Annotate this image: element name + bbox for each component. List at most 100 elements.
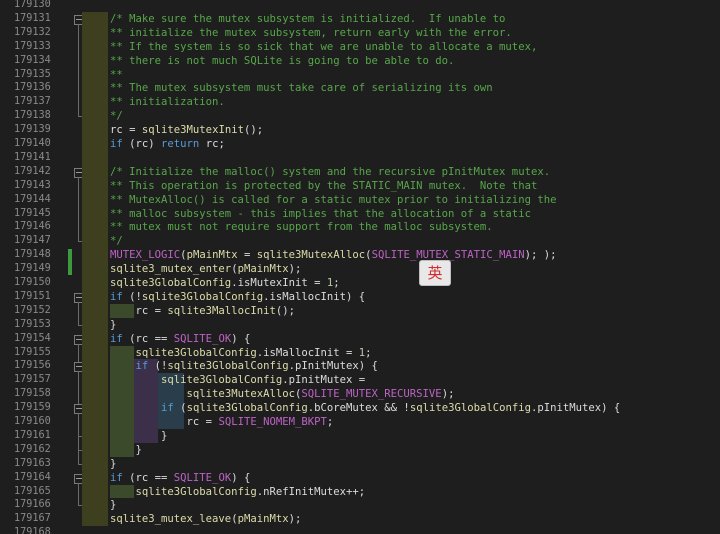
code-line[interactable]: ** If the system is so sick that we are … [110, 40, 537, 54]
code-line[interactable]: sqlite3_mutex_leave(pMainMtx); [110, 512, 301, 526]
line-number: 179139 [14, 124, 51, 136]
code-line[interactable]: } [110, 443, 142, 457]
line-number: 179145 [14, 207, 51, 219]
line-number: 179138 [14, 110, 51, 122]
code-line[interactable]: ** initialization. [110, 95, 225, 109]
code-line[interactable]: rc = sqlite3MutexInit(); [110, 123, 263, 137]
line-number: 179159 [14, 402, 51, 414]
code-token: ** [110, 68, 123, 81]
line-number: 179134 [14, 54, 51, 66]
code-line[interactable]: /* Initialize the malloc() system and th… [110, 165, 550, 179]
code-token: sqlite3GlobalConfig [161, 374, 283, 387]
code-text-area[interactable]: /* Make sure the mutex subsystem is init… [82, 0, 720, 534]
code-line[interactable]: ** initialize the mutex subsystem, retur… [110, 26, 512, 40]
code-token: (); [243, 124, 264, 137]
code-token: ** initialization. [110, 96, 225, 109]
code-line[interactable]: ** [110, 68, 123, 82]
code-token: rc = [110, 416, 219, 428]
code-token: ; [333, 277, 340, 289]
code-line[interactable]: if (!sqlite3GlobalConfig.pInitMutex) { [110, 359, 378, 373]
code-line[interactable]: sqlite3GlobalConfig.nRefInitMutex++; [110, 485, 366, 499]
line-number: 179141 [14, 151, 51, 163]
code-token: ** If the system is so sick that we are … [110, 40, 538, 53]
code-line[interactable]: rc = SQLITE_NOMEM_BKPT; [110, 415, 334, 429]
code-token: = [237, 249, 257, 262]
code-line[interactable]: if (rc) return rc; [110, 137, 225, 151]
code-token: ( [173, 402, 187, 415]
line-number: 179148 [14, 249, 51, 261]
code-token: ** mutex must not require support from t… [110, 221, 493, 234]
code-line[interactable]: ** The mutex subsystem must take care of… [110, 81, 493, 95]
code-line[interactable]: if (rc == SQLITE_OK) { [110, 332, 250, 346]
code-line[interactable]: } [110, 498, 116, 512]
code-token: rc = [110, 304, 168, 317]
code-token: ** This operation is protected by the ST… [110, 179, 538, 192]
code-token: = [122, 124, 142, 137]
code-token: SQLITE_OK [173, 332, 232, 345]
code-line[interactable]: sqlite3_mutex_enter(pMainMtx); [110, 262, 301, 276]
code-token: sqlite3MutexInit [141, 124, 244, 137]
code-token: } [110, 457, 117, 470]
code-token: */ [110, 110, 123, 123]
code-line[interactable]: if (rc == SQLITE_OK) { [110, 471, 250, 485]
code-token: ); ); [524, 249, 557, 262]
code-line[interactable]: sqlite3GlobalConfig.isMutexInit = 1; [110, 276, 340, 290]
code-token: if [110, 332, 123, 345]
line-number: 179133 [14, 40, 51, 52]
line-number: 179152 [14, 304, 51, 316]
code-line[interactable]: sqlite3MutexAlloc(SQLITE_MUTEX_RECURSIVE… [110, 387, 455, 401]
code-token: sqlite3GlobalConfig [409, 402, 531, 415]
code-line[interactable]: ** mutex must not require support from t… [110, 220, 493, 234]
code-line[interactable]: } [110, 429, 167, 443]
line-number: 179150 [14, 277, 51, 288]
line-number: 179154 [14, 332, 51, 344]
code-line[interactable]: MUTEX_LOGIC(pMainMtx = sqlite3MutexAlloc… [110, 248, 557, 262]
code-line[interactable]: ** MutexAlloc() is called for a static m… [110, 193, 556, 207]
code-line[interactable]: */ [110, 234, 123, 248]
code-line[interactable]: } [110, 457, 116, 471]
input-method-indicator[interactable]: 英 [419, 260, 451, 286]
code-line[interactable]: */ [110, 109, 123, 123]
code-token: if [110, 471, 123, 484]
code-line[interactable]: rc = sqlite3MallocInit(); [110, 304, 295, 318]
line-number: 179167 [14, 513, 51, 525]
code-token: ** there is not much SQLite is going to … [110, 54, 455, 67]
code-token: ); [288, 263, 302, 276]
line-number: 179147 [14, 235, 51, 247]
line-number: 179160 [14, 416, 51, 427]
code-line[interactable]: ** malloc subsystem - this implies that … [110, 207, 531, 221]
code-line[interactable]: if (sqlite3GlobalConfig.bCoreMutex && !s… [110, 401, 620, 415]
code-token: ; [365, 346, 372, 359]
code-line[interactable]: } [110, 318, 116, 332]
code-token: if [110, 138, 123, 150]
code-token: sqlite3MallocInit [167, 304, 276, 317]
code-editor[interactable]: 179130 179131 179132 179133 179134 179135 1791… [0, 0, 720, 534]
code-token: ** The mutex subsystem must take care of… [110, 82, 493, 95]
code-token: /* Initialize the malloc() system and th… [110, 165, 551, 178]
code-token: MUTEX_LOGIC [110, 249, 181, 262]
fold-range-line [78, 301, 79, 325]
code-token: ** initialize the mutex subsystem, retur… [110, 26, 512, 39]
code-line[interactable]: sqlite3GlobalConfig.pInitMutex = [110, 373, 365, 387]
code-token: sqlite3GlobalConfig [110, 277, 232, 289]
line-number: 179144 [14, 193, 51, 205]
code-token: sqlite3GlobalConfig [167, 360, 289, 373]
code-line[interactable]: sqlite3GlobalConfig.isMallocInit = 1; [110, 346, 372, 360]
line-number: 179158 [14, 388, 51, 400]
code-token: .bCoreMutex && ! [307, 402, 410, 415]
code-line[interactable]: ** there is not much SQLite is going to … [110, 54, 454, 68]
code-token: */ [110, 235, 123, 248]
code-token: .pInitMutex) { [531, 402, 621, 415]
code-token: (! [148, 360, 168, 373]
line-number: 179168 [14, 527, 51, 534]
code-token: } [110, 429, 168, 442]
code-line[interactable]: if (!sqlite3GlobalConfig.isMallocInit) { [110, 290, 365, 304]
code-line[interactable]: ** This operation is protected by the ST… [110, 179, 537, 193]
code-line[interactable]: /* Make sure the mutex subsystem is init… [110, 12, 505, 26]
line-number: 179135 [14, 68, 51, 80]
code-token: sqlite3MutexAlloc [256, 249, 366, 262]
code-token: .nRefInitMutex++; [256, 485, 366, 498]
